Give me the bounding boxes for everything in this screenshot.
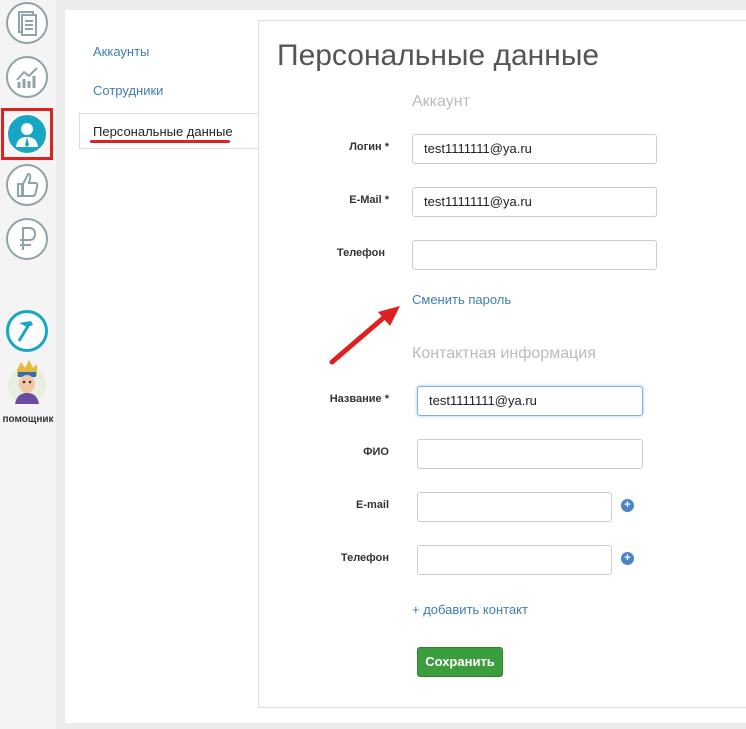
- phone-input[interactable]: [412, 240, 657, 270]
- fio-input[interactable]: [417, 439, 643, 469]
- helper-label: помощник: [2, 414, 54, 425]
- name-label: Название *: [329, 393, 389, 405]
- change-password-link[interactable]: Сменить пароль: [412, 292, 511, 307]
- contact-phone-label: Телефон: [340, 552, 389, 564]
- phone-label: Телефон: [336, 247, 385, 259]
- helper-avatar-icon[interactable]: [7, 360, 47, 410]
- thumbs-up-icon[interactable]: [6, 164, 48, 206]
- login-label: Логин *: [349, 141, 389, 153]
- page-title: Персональные данные: [277, 39, 600, 72]
- contact-section-title: Контактная информация: [412, 345, 596, 362]
- fio-label: ФИО: [363, 446, 389, 458]
- subnav-item-accounts[interactable]: Аккаунты: [93, 44, 149, 59]
- name-input[interactable]: test1111111@ya.ru: [417, 386, 643, 416]
- app-sidebar: помощник: [0, 0, 56, 729]
- subnav-item-employees[interactable]: Сотрудники: [93, 83, 163, 98]
- add-email-icon[interactable]: +: [621, 499, 634, 512]
- add-contact-link[interactable]: + добавить контакт: [412, 602, 528, 617]
- email-label: E-Mail *: [349, 194, 389, 206]
- contact-phone-input[interactable]: [417, 545, 612, 575]
- subnav-item-label: Персональные данные: [93, 124, 233, 139]
- contact-email-input[interactable]: [417, 492, 612, 522]
- login-input[interactable]: test1111111@ya.ru: [412, 134, 657, 164]
- contact-email-label: E-mail: [355, 499, 389, 511]
- documents-icon[interactable]: [6, 2, 48, 44]
- email-input[interactable]: test1111111@ya.ru: [412, 187, 657, 217]
- subnav-item-personal-data[interactable]: Персональные данные: [79, 113, 259, 149]
- account-section-title: Аккаунт: [412, 93, 470, 110]
- annotation-arrow-icon: [329, 306, 400, 365]
- annotation-underline: [90, 140, 230, 143]
- user-icon[interactable]: [6, 113, 48, 155]
- analytics-icon[interactable]: [6, 56, 48, 98]
- ruble-icon[interactable]: [6, 218, 48, 260]
- hammer-icon[interactable]: [6, 310, 48, 352]
- save-button[interactable]: Сохранить: [417, 647, 503, 677]
- add-phone-icon[interactable]: +: [621, 552, 634, 565]
